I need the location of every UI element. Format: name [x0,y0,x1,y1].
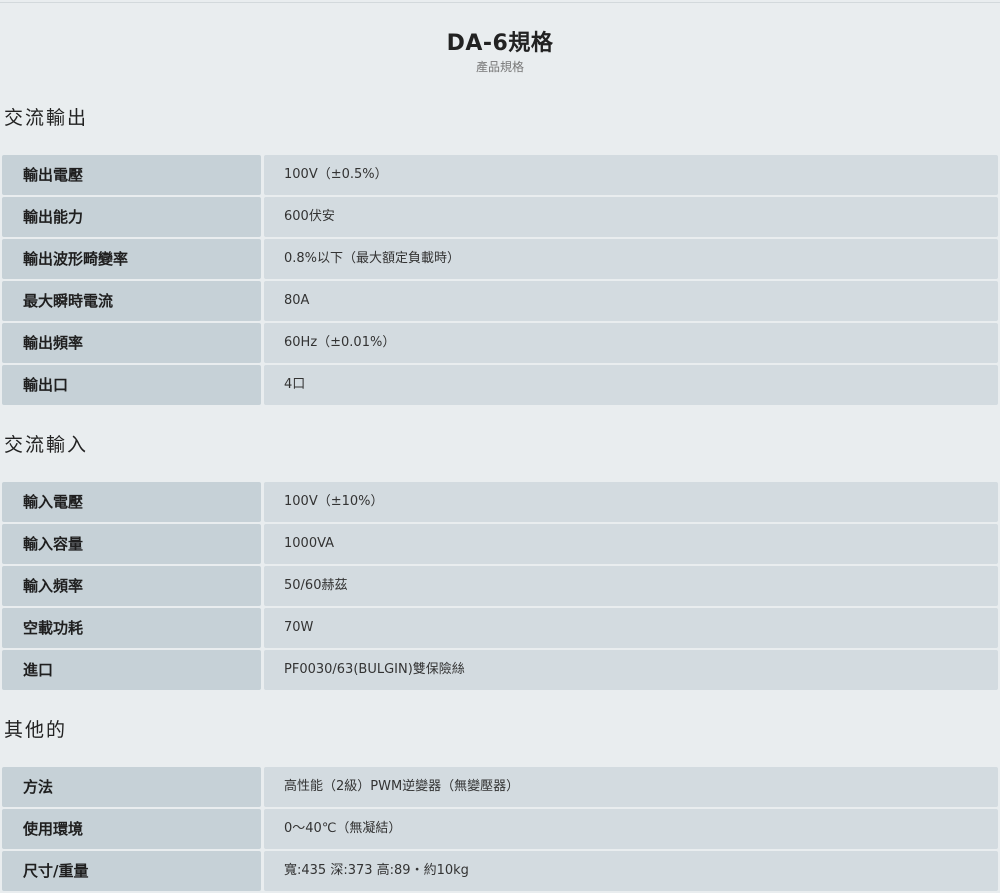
spec-label: 輸入頻率 [2,566,261,606]
spec-value: PF0030/63(BULGIN)雙保險絲 [264,650,998,690]
spec-table-other: 方法 高性能（2級）PWM逆變器（無變壓器） 使用環境 0～40℃（無凝結） 尺… [0,767,1000,891]
spec-label: 輸出波形畸變率 [2,239,261,279]
spec-table-ac-output: 輸出電壓 100V（±0.5%） 輸出能力 600伏安 輸出波形畸變率 0.8%… [0,155,1000,405]
spec-value: 50/60赫茲 [264,566,998,606]
spec-row: 進口 PF0030/63(BULGIN)雙保險絲 [0,650,1000,690]
spec-value: 600伏安 [264,197,998,237]
spec-value: 4口 [264,365,998,405]
spec-row: 輸出電壓 100V（±0.5%） [0,155,1000,195]
spec-label: 方法 [2,767,261,807]
spec-value: 1000VA [264,524,998,564]
spec-label: 輸出能力 [2,197,261,237]
spec-row: 使用環境 0～40℃（無凝結） [0,809,1000,849]
spec-row: 輸出波形畸變率 0.8%以下（最大額定負載時） [0,239,1000,279]
spec-label: 輸出電壓 [2,155,261,195]
spec-label: 輸出頻率 [2,323,261,363]
spec-value: 0.8%以下（最大額定負載時） [264,239,998,279]
spec-label: 使用環境 [2,809,261,849]
spec-value: 100V（±0.5%） [264,155,998,195]
spec-value: 60Hz（±0.01%） [264,323,998,363]
spec-value: 0～40℃（無凝結） [264,809,998,849]
spec-value: 70W [264,608,998,648]
spec-row: 輸出口 4口 [0,365,1000,405]
page-subtitle: 產品規格 [475,60,524,74]
section-heading: 交流輸出 [4,107,89,129]
spec-label: 輸入容量 [2,524,261,564]
spec-table-ac-input: 輸入電壓 100V（±10%） 輸入容量 1000VA 輸入頻率 50/60赫茲… [0,482,1000,690]
spec-row: 輸入電壓 100V（±10%） [0,482,1000,522]
spec-label: 最大瞬時電流 [2,281,261,321]
spec-row: 輸出能力 600伏安 [0,197,1000,237]
spec-row: 輸入容量 1000VA [0,524,1000,564]
spec-row: 輸入頻率 50/60赫茲 [0,566,1000,606]
section-heading: 其他的 [4,719,68,741]
section-ac-input: 交流輸入 輸入電壓 100V（±10%） 輸入容量 1000VA 輸入頻率 50… [0,428,1000,692]
spec-row: 最大瞬時電流 80A [0,281,1000,321]
spec-row: 輸出頻率 60Hz（±0.01%） [0,323,1000,363]
spec-value: 寬:435 深:373 高:89・約10kg [264,851,998,891]
section-ac-output: 交流輸出 輸出電壓 100V（±0.5%） 輸出能力 600伏安 輸出波形畸變率… [0,101,1000,407]
spec-row: 尺寸/重量 寬:435 深:373 高:89・約10kg [0,851,1000,891]
spec-row: 方法 高性能（2級）PWM逆變器（無變壓器） [0,767,1000,807]
spec-value: 高性能（2級）PWM逆變器（無變壓器） [264,767,998,807]
spec-label: 空載功耗 [2,608,261,648]
top-divider [0,2,1000,3]
spec-label: 輸出口 [2,365,261,405]
page-header: DA-6規格 產品規格 [0,30,1000,75]
spec-label: 進口 [2,650,261,690]
page-title: DA-6規格 [446,31,554,56]
spec-value: 80A [264,281,998,321]
section-heading: 交流輸入 [4,434,89,456]
spec-value: 100V（±10%） [264,482,998,522]
spec-row: 空載功耗 70W [0,608,1000,648]
section-other: 其他的 方法 高性能（2級）PWM逆變器（無變壓器） 使用環境 0～40℃（無凝… [0,713,1000,893]
spec-label: 輸入電壓 [2,482,261,522]
spec-label: 尺寸/重量 [2,851,261,891]
